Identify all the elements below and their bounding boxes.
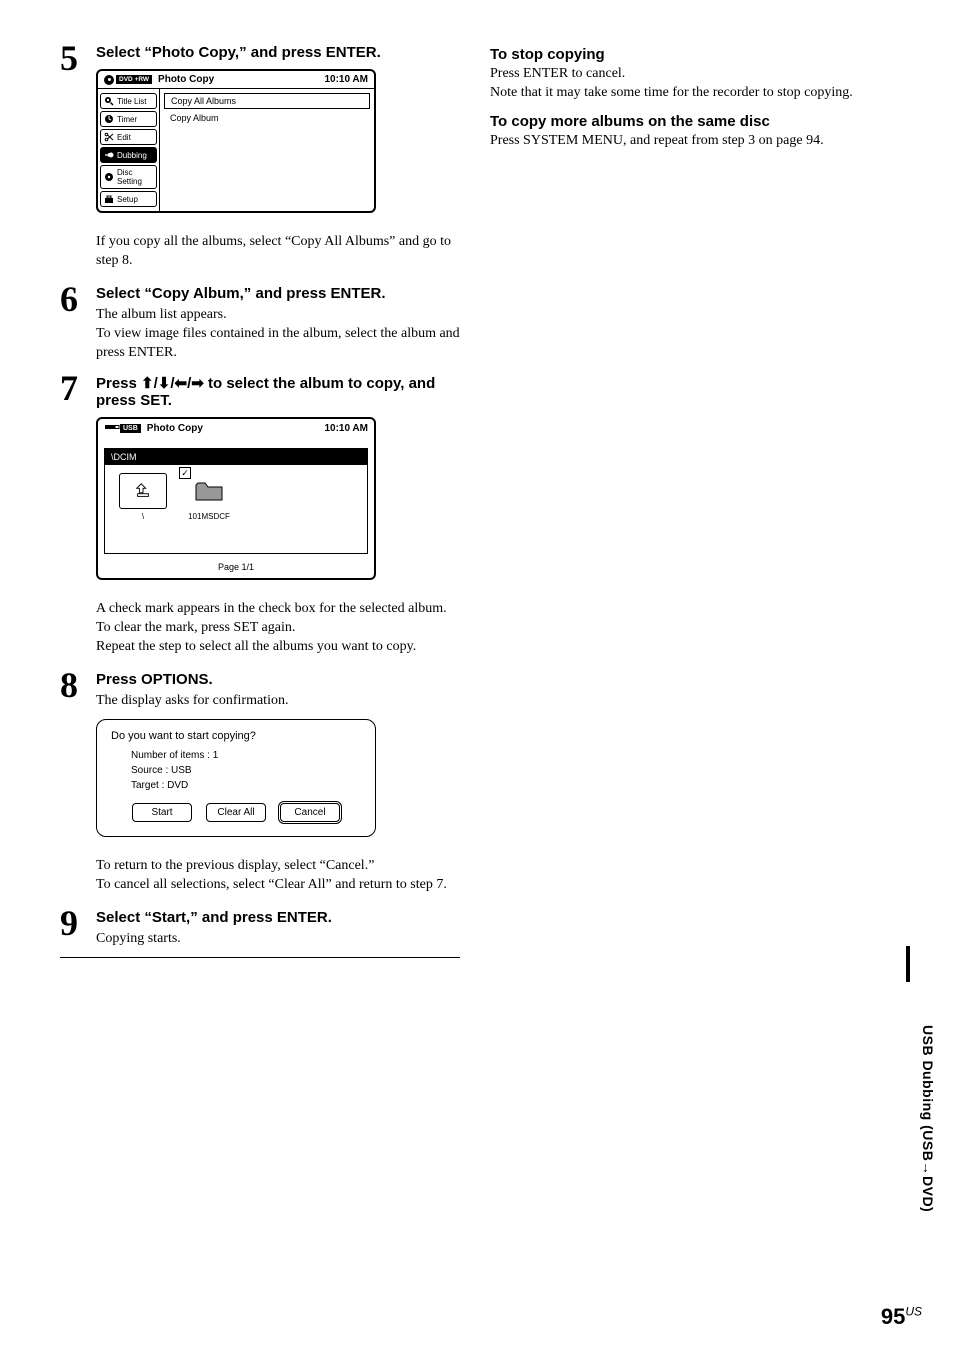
folder-up-item[interactable]: \ <box>115 473 171 521</box>
copy-more-heading: To copy more albums on the same disc <box>490 113 890 130</box>
sidebar-label: Timer <box>117 115 137 124</box>
album-select-screen: USB Photo Copy 10:10 AM \DCIM <box>96 417 376 580</box>
step-9-body: Copying starts. <box>96 930 460 949</box>
step-9-title: Select “Start,” and press ENTER. <box>96 909 460 926</box>
sidebar-label: Edit <box>117 133 131 142</box>
sidebar-item-setup[interactable]: Setup <box>100 191 157 207</box>
dialog-source: Source : USB <box>131 763 361 778</box>
disc-icon: DVD +RW <box>104 75 152 85</box>
screen-title: Photo Copy <box>158 74 214 85</box>
album-folder-label: 101MSDCF <box>181 512 237 521</box>
step-5-note: If you copy all the albums, select “Copy… <box>96 233 460 271</box>
clear-all-button[interactable]: Clear All <box>206 803 266 822</box>
album-checkbox[interactable]: ✓ <box>179 467 191 479</box>
screen-title: Photo Copy <box>147 423 203 434</box>
side-tab-label: USB Dubbing (USB → DVD) <box>920 1025 936 1212</box>
cancel-button[interactable]: Cancel <box>280 803 340 822</box>
clock-icon <box>104 114 114 124</box>
up-folder-label: \ <box>115 512 171 521</box>
step-6-title: Select “Copy Album,” and press ENTER. <box>96 285 460 302</box>
sidebar-label: Title List <box>117 97 147 106</box>
step-8-number: 8 <box>60 667 86 849</box>
step-7-title: Press ⬆/⬇/⬅/➡ to select the album to cop… <box>96 374 460 409</box>
confirm-copy-dialog: Do you want to start copying? Number of … <box>96 719 376 837</box>
folder-breadcrumb: \DCIM <box>105 449 367 465</box>
stop-copying-heading: To stop copying <box>490 46 890 63</box>
folder-icon <box>194 480 224 502</box>
toolbox-icon <box>104 194 114 204</box>
step-6-number: 6 <box>60 281 86 363</box>
step-9-number: 9 <box>60 905 86 949</box>
album-folder-item[interactable]: ✓ 101MSDCF <box>181 473 237 521</box>
sidebar-item-disc-setting[interactable]: Disc Setting <box>100 165 157 189</box>
up-folder-icon <box>134 482 152 500</box>
page-number: 95US <box>881 1304 922 1330</box>
step-7-note: A check mark appears in the check box fo… <box>96 600 460 657</box>
page-indicator: Page 1/1 <box>98 558 374 578</box>
sidebar-item-timer[interactable]: Timer <box>100 111 157 127</box>
direction-arrow-icons: ⬆/⬇/⬅/➡ <box>141 375 204 392</box>
menu-option-copy-all-albums[interactable]: Copy All Albums <box>164 93 370 109</box>
clock-display: 10:10 AM <box>324 423 368 434</box>
copy-more-body: Press SYSTEM MENU, and repeat from step … <box>490 132 890 151</box>
step-8-body: The display asks for confirmation. <box>96 692 460 711</box>
dubbing-arrow-icon <box>104 150 114 160</box>
dialog-target: Target : DVD <box>131 778 361 793</box>
magnifier-icon <box>104 96 114 106</box>
dialog-item-count: Number of items : 1 <box>131 748 361 763</box>
system-side-menu: Title List Timer <box>98 89 160 211</box>
sidebar-item-edit[interactable]: Edit <box>100 129 157 145</box>
step-5-title: Select “Photo Copy,” and press ENTER. <box>96 44 460 61</box>
right-arrow-icon: → <box>920 1161 936 1176</box>
sidebar-item-dubbing[interactable]: Dubbing <box>100 147 157 163</box>
menu-option-copy-album[interactable]: Copy Album <box>164 111 370 125</box>
step-6-body: The album list appears. To view image fi… <box>96 306 460 363</box>
photo-copy-menu-screen: DVD +RW Photo Copy 10:10 AM Title List <box>96 69 376 213</box>
section-divider <box>60 957 460 958</box>
step-8-note: To return to the previous display, selec… <box>96 857 460 895</box>
disc-setting-icon <box>104 172 114 182</box>
step-5-number: 5 <box>60 40 86 225</box>
sidebar-item-title-list[interactable]: Title List <box>100 93 157 109</box>
step-7-number: 7 <box>60 370 86 592</box>
sidebar-label: Setup <box>117 195 138 204</box>
usb-plug-icon <box>104 422 120 435</box>
scissors-icon <box>104 132 114 142</box>
start-button[interactable]: Start <box>132 803 192 822</box>
sidebar-label: Disc Setting <box>117 168 153 186</box>
side-tab-marker <box>906 946 910 982</box>
step-8-title: Press OPTIONS. <box>96 671 460 688</box>
stop-copying-body: Press ENTER to cancel. Note that it may … <box>490 65 890 103</box>
dialog-question: Do you want to start copying? <box>111 730 361 742</box>
clock-display: 10:10 AM <box>324 74 368 85</box>
usb-badge: USB <box>120 424 141 433</box>
sidebar-label: Dubbing <box>117 151 147 160</box>
